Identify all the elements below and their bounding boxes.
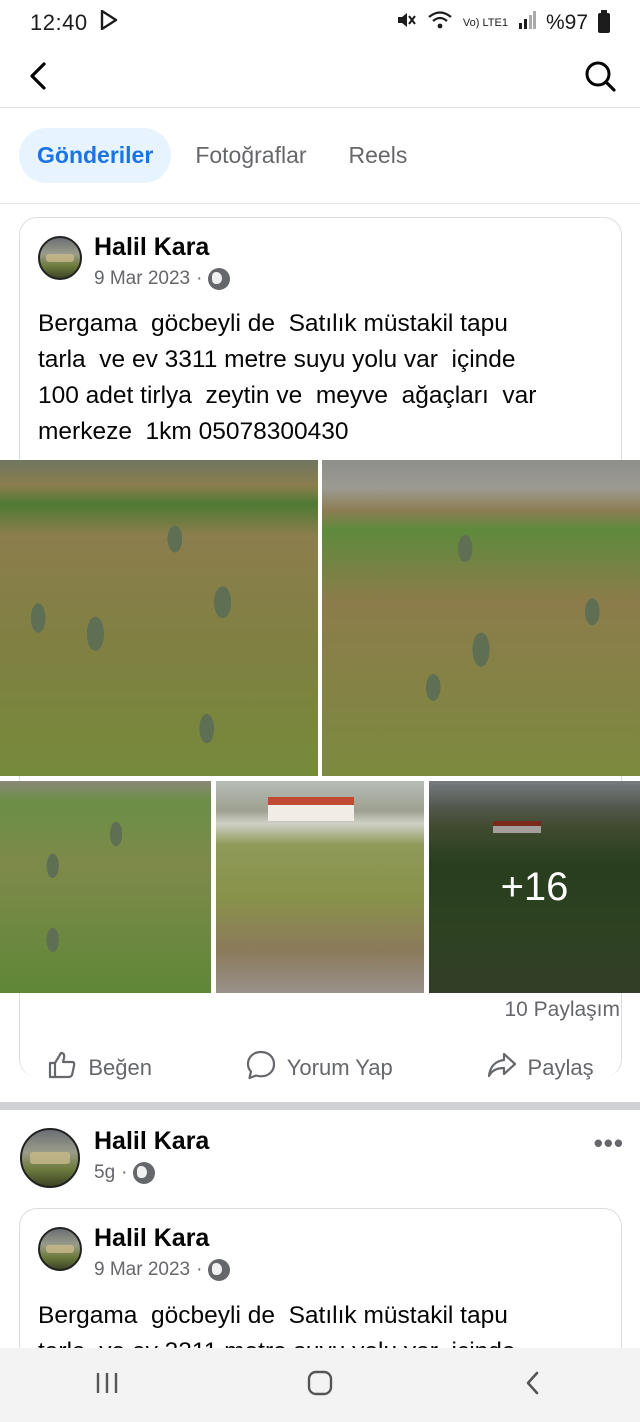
meta-dot: · — [196, 1259, 203, 1280]
mute-icon — [395, 9, 417, 37]
post-meta: 9 Mar 2023 · — [94, 1259, 231, 1281]
comment-label: Yorum Yap — [286, 1055, 393, 1080]
like-label: Beğen — [88, 1055, 152, 1080]
share-count[interactable]: 10 Paylaşım — [504, 998, 620, 1022]
share-button[interactable]: Paylaş — [486, 1049, 594, 1087]
action-bar: Beğen Yorum Yap Paylaş — [0, 1040, 640, 1096]
globe-icon — [133, 1162, 156, 1184]
shared-post-author[interactable]: Halil Kara — [94, 1224, 209, 1253]
post-date[interactable]: 9 Mar 2023 — [94, 268, 190, 290]
post-author[interactable]: Halil Kara — [94, 1127, 209, 1156]
recent-apps-icon[interactable] — [92, 1368, 122, 1403]
post-photo-2[interactable] — [322, 460, 640, 776]
house-image — [268, 797, 354, 821]
more-options-icon[interactable]: ••• — [594, 1128, 624, 1159]
play-store-icon — [100, 9, 118, 36]
more-photos-overlay[interactable]: +16 — [429, 781, 640, 993]
post-author[interactable]: Halil Kara — [94, 233, 209, 262]
top-bar — [0, 46, 640, 108]
wifi-icon — [427, 10, 453, 36]
post-text: Bergama göcbeyli de Satılık müstakil tap… — [38, 310, 537, 445]
like-button[interactable]: Beğen — [46, 1049, 152, 1087]
post-photo-1[interactable] — [0, 460, 318, 776]
battery-text: %97 — [545, 11, 588, 34]
home-icon[interactable] — [305, 1368, 335, 1403]
avatar[interactable] — [20, 1128, 80, 1188]
system-nav-bar — [0, 1348, 640, 1422]
network-label: Vo) LTE1 — [462, 16, 508, 29]
more-photos-count: +16 — [500, 864, 569, 909]
post-photo-5[interactable]: +16 — [429, 781, 640, 993]
comment-bubble-icon — [245, 1049, 277, 1087]
post-photo-4[interactable] — [216, 781, 424, 993]
tab-posts[interactable]: Gönderiler — [19, 128, 172, 183]
meta-dot: · — [121, 1162, 128, 1183]
tab-photos[interactable]: Fotoğraflar — [177, 128, 324, 183]
post-meta: 9 Mar 2023 · — [94, 268, 231, 290]
post-time[interactable]: 5g — [94, 1162, 115, 1184]
globe-icon — [208, 1259, 231, 1281]
share-arrow-icon — [486, 1049, 518, 1087]
post-meta: 5g · — [94, 1162, 156, 1184]
back-arrow-icon[interactable] — [22, 58, 58, 94]
post-separator — [0, 1102, 640, 1110]
status-bar: 12:40 Vo) LTE1 %97 — [0, 0, 640, 46]
profile-tabs: Gönderiler Fotoğraflar Reels — [0, 108, 640, 204]
post-photo-3[interactable] — [0, 781, 211, 993]
thumbs-up-icon — [46, 1049, 78, 1087]
share-label: Paylaş — [527, 1055, 594, 1080]
signal-icon — [518, 11, 536, 35]
search-icon[interactable] — [582, 58, 618, 94]
avatar[interactable] — [38, 1227, 82, 1271]
comment-button[interactable]: Yorum Yap — [245, 1049, 393, 1087]
meta-dot: · — [196, 268, 203, 289]
tab-reels[interactable]: Reels — [331, 128, 426, 183]
globe-icon — [208, 268, 231, 290]
status-time: 12:40 — [30, 10, 88, 35]
back-nav-icon[interactable] — [518, 1368, 548, 1403]
avatar[interactable] — [38, 236, 82, 280]
status-icons: Vo) LTE1 %97 — [395, 9, 610, 37]
battery-icon — [598, 10, 610, 33]
post-date[interactable]: 9 Mar 2023 — [94, 1259, 190, 1281]
